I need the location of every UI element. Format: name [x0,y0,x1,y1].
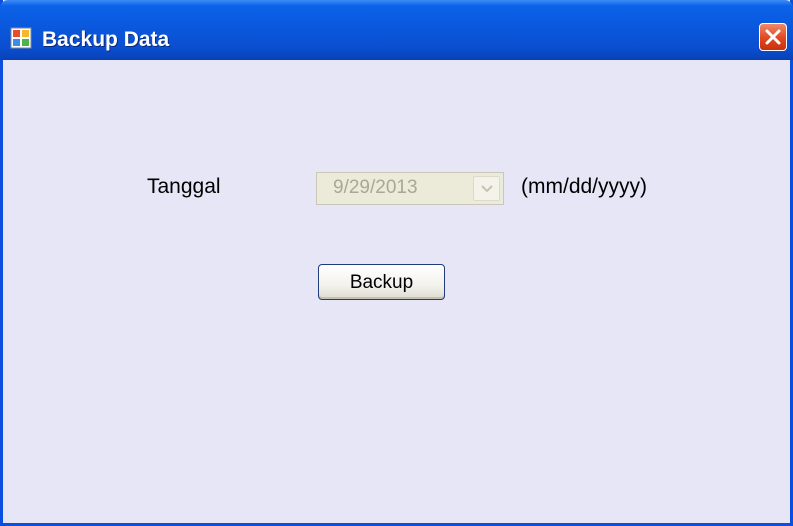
backup-data-window: Backup Data Tanggal 9/29/2013 (mm/dd/yyy… [0,0,793,526]
window-title: Backup Data [42,28,170,51]
backup-button[interactable]: Backup [318,264,445,300]
date-dropdown-button[interactable] [473,176,500,201]
date-picker[interactable]: 9/29/2013 [316,172,504,205]
date-value: 9/29/2013 [333,177,418,198]
close-button[interactable] [759,23,787,51]
close-icon [765,29,781,45]
date-label: Tanggal [147,175,221,198]
title-bar[interactable]: Backup Data [0,0,793,60]
date-format-hint: (mm/dd/yyyy) [521,175,647,198]
application-icon[interactable] [10,27,32,49]
chevron-down-icon [481,185,493,193]
